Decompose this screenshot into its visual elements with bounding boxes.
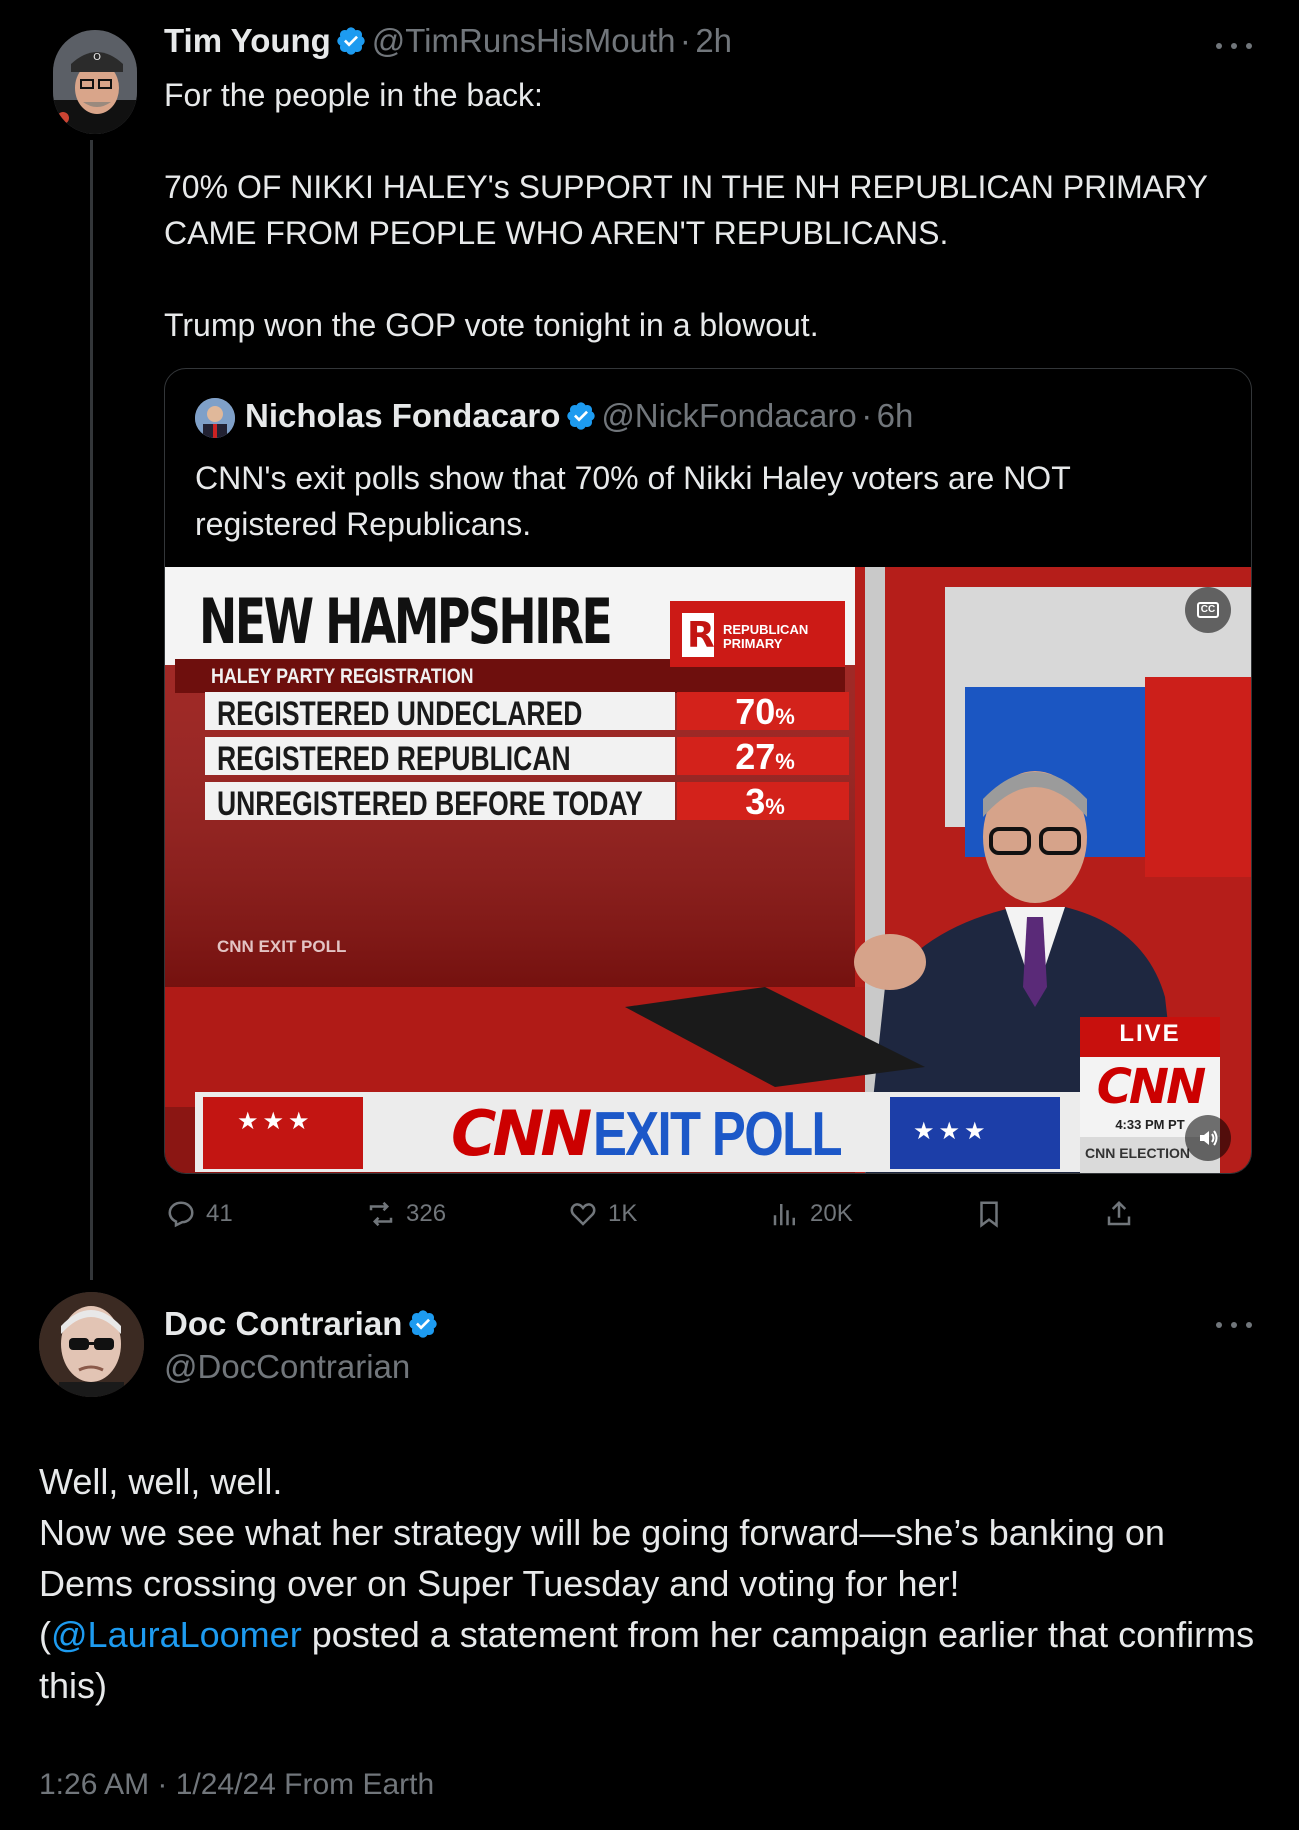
post-time[interactable]: 2h <box>695 22 732 59</box>
reply-action[interactable]: 41 <box>166 1197 233 1231</box>
doc-contrarian-avatar[interactable] <box>39 1292 144 1397</box>
board-subheader: HALEY PARTY REGISTRATION <box>211 665 474 688</box>
verified-badge-icon <box>337 27 365 55</box>
parent-tweet-header: Tim Young @TimRunsHisMouth · 2h <box>164 22 732 60</box>
stars-decoration-icon: ★★★ <box>237 1108 314 1135</box>
like-action[interactable]: 1K <box>568 1197 637 1231</box>
speaker-icon <box>1200 1130 1218 1146</box>
corner-cnn-logo: CNN <box>1096 1059 1207 1115</box>
stars-decoration-icon: ★★★ <box>913 1118 990 1145</box>
share-action[interactable] <box>1104 1197 1134 1231</box>
row-value: 3% <box>705 781 825 823</box>
author-name[interactable]: Tim Young <box>164 22 331 59</box>
thread-connector-line <box>90 140 93 1280</box>
lower-third-title: CNN EXIT POLL <box>451 1097 895 1170</box>
parent-tweet-text: For the people in the back: 70% OF NIKKI… <box>164 77 1208 343</box>
bookmark-action[interactable] <box>974 1197 1004 1231</box>
quoted-tweet-header: Nicholas Fondacaro @NickFondacaro · 6h <box>245 397 913 435</box>
analytics-icon <box>773 1204 795 1226</box>
party-label-line-2: PRIMARY <box>723 636 783 651</box>
board-source-label: CNN EXIT POLL <box>217 937 347 956</box>
cnn-logo: CNN <box>451 1097 592 1170</box>
mention-link[interactable]: @LauraLoomer <box>51 1614 302 1655</box>
reply-icon <box>168 1201 194 1228</box>
quoted-post-time: 6h <box>876 397 914 434</box>
svg-text:O: O <box>93 52 101 63</box>
tim-young-avatar[interactable]: O <box>53 30 137 134</box>
verified-badge-icon <box>409 1310 437 1338</box>
party-label: REPUBLICAN PRIMARY <box>723 623 808 651</box>
quoted-author-handle: @NickFondacaro <box>601 397 857 434</box>
party-letter: R <box>687 615 715 656</box>
reply-line-2: Now we see what her strategy will be goi… <box>39 1512 1165 1604</box>
row-value-unit: % <box>775 749 795 774</box>
heart-icon <box>570 1203 596 1226</box>
row-value-unit: % <box>765 794 785 819</box>
paren-open: ( <box>39 1614 51 1655</box>
reply-author-row: Doc Contrarian <box>164 1305 439 1343</box>
row-label: REGISTERED UNDECLARED <box>217 695 583 733</box>
row-value-number: 3 <box>745 781 766 822</box>
verified-badge-icon <box>567 402 595 430</box>
repost-icon <box>369 1201 393 1227</box>
quoted-author-name: Nicholas Fondacaro <box>245 397 561 434</box>
views-action[interactable]: 20K <box>770 1197 853 1231</box>
cc-icon: CC <box>1196 602 1220 618</box>
exit-poll-title: EXIT POLL <box>592 1100 843 1169</box>
post-timestamp[interactable]: 1:26 AM · 1/24/24 From Earth <box>39 1768 434 1802</box>
reply-author-handle[interactable]: @DocContrarian <box>164 1348 410 1386</box>
reply-tweet-text: Well, well, well. Now we see what her st… <box>39 1456 1259 1711</box>
share-icon <box>1107 1200 1131 1226</box>
live-label: LIVE <box>1119 1020 1181 1047</box>
repost-action[interactable]: 326 <box>366 1197 446 1231</box>
view-count: 20K <box>810 1200 853 1227</box>
bookmark-icon <box>980 1201 998 1228</box>
row-value: 70% <box>705 691 825 733</box>
board-headline: NEW HAMPSHIRE <box>199 585 613 658</box>
like-count: 1K <box>608 1200 638 1227</box>
row-value: 27% <box>705 736 825 778</box>
mute-button[interactable] <box>1185 1115 1231 1161</box>
closed-captions-button[interactable]: CC <box>1185 587 1231 633</box>
repost-count: 326 <box>406 1200 447 1227</box>
video-player[interactable]: NEW HAMPSHIRE R REPUBLICAN PRIMARY HALEY… <box>165 567 1251 1173</box>
row-value-number: 70 <box>735 691 776 732</box>
quoted-tweet-text: CNN's exit polls show that 70% of Nikki … <box>195 460 1071 542</box>
nicholas-fondacaro-avatar <box>195 398 235 438</box>
row-label: UNREGISTERED BEFORE TODAY <box>217 785 643 823</box>
reply-line-1: Well, well, well. <box>39 1461 283 1502</box>
row-value-unit: % <box>775 704 795 729</box>
reply-count: 41 <box>206 1200 233 1227</box>
dot-separator: · <box>861 397 873 434</box>
more-options-icon[interactable] <box>1216 41 1252 51</box>
quoted-tweet-card[interactable]: Nicholas Fondacaro @NickFondacaro · 6h C… <box>164 368 1252 1174</box>
avatar-photo-icon <box>39 1292 144 1397</box>
avatar-photo-icon: O <box>53 30 137 134</box>
reply-author-name[interactable]: Doc Contrarian <box>164 1305 402 1342</box>
reply-line-3: (@LauraLoomer posted a statement from he… <box>39 1609 1259 1711</box>
dot-separator: · <box>679 22 691 59</box>
avatar-photo-icon <box>195 398 235 438</box>
more-options-icon[interactable] <box>1216 1320 1252 1330</box>
row-label: REGISTERED REPUBLICAN <box>217 740 571 778</box>
author-handle[interactable]: @TimRunsHisMouth <box>372 22 676 59</box>
row-value-number: 27 <box>735 736 776 777</box>
party-label-line-1: REPUBLICAN <box>723 622 809 637</box>
